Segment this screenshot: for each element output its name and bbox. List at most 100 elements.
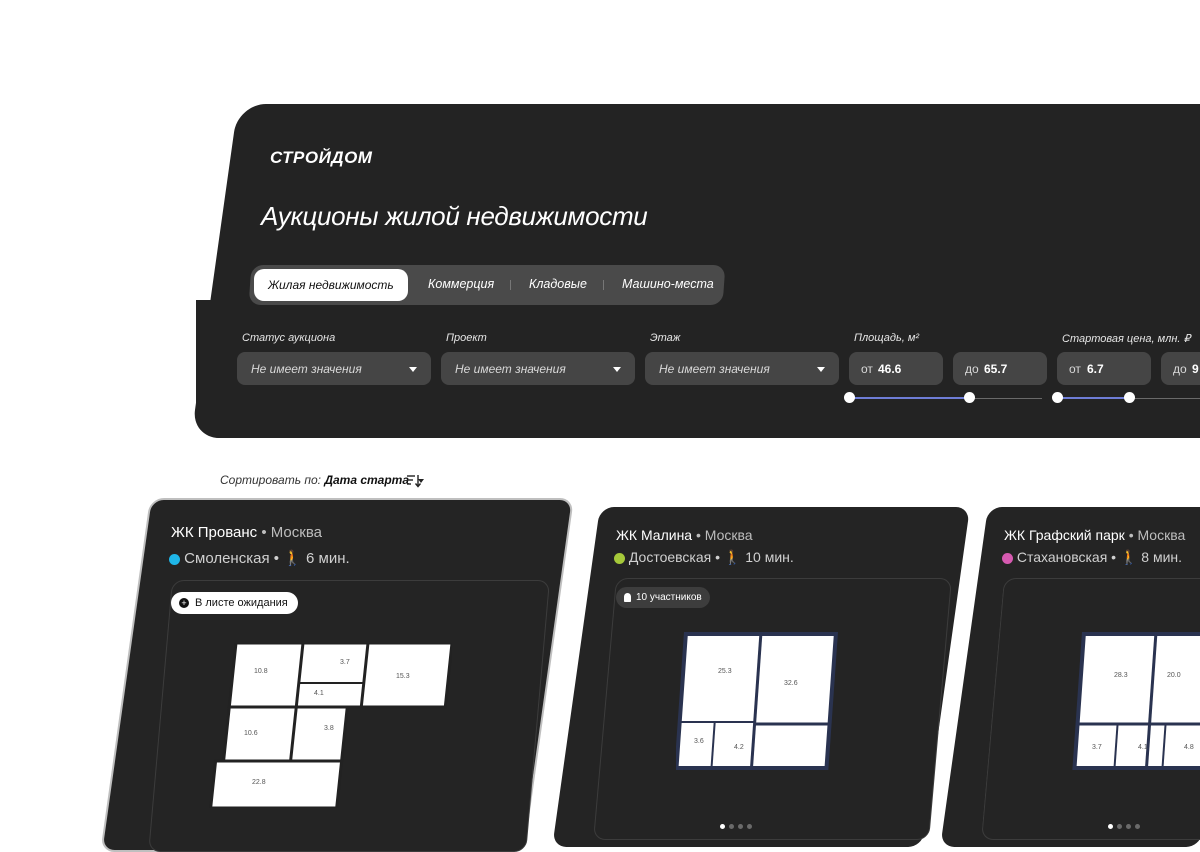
- floor-select[interactable]: Не имеет значения: [645, 352, 839, 385]
- participants-badge: 10 участников: [616, 587, 710, 608]
- price-to-prefix: до: [1173, 362, 1187, 376]
- chevron-down-icon: [817, 367, 825, 372]
- room-area: 3.8: [324, 725, 334, 732]
- tab-parking[interactable]: Машино-места: [622, 277, 714, 291]
- carousel-dot[interactable]: [738, 824, 743, 829]
- price-slider-min-handle[interactable]: [1052, 392, 1063, 403]
- room-area: 28.3: [1114, 672, 1128, 679]
- walking-icon: 🚶: [1119, 549, 1138, 565]
- project-name: ЖК Малина: [616, 527, 693, 543]
- room-area: 4.1: [314, 690, 324, 697]
- sort-prefix: Сортировать по:: [220, 473, 321, 487]
- price-from-input[interactable]: от 6.7: [1057, 352, 1151, 385]
- sort-control[interactable]: Сортировать по: Дата старта: [220, 473, 425, 487]
- sort-order-icon[interactable]: [406, 474, 422, 488]
- chevron-down-icon: [409, 367, 417, 372]
- tab-commercial[interactable]: Коммерция: [428, 277, 494, 291]
- floor-plan-image: 25.3 32.6 3.6 4.2: [674, 632, 838, 770]
- room-area: 15.3: [396, 673, 410, 680]
- metro-station: Стахановская: [1016, 549, 1108, 565]
- area-filter-label: Площадь, м²: [854, 332, 920, 344]
- chevron-down-icon: [613, 367, 621, 372]
- status-select[interactable]: Не имеет значения: [237, 352, 431, 385]
- price-slider-range: [1058, 397, 1130, 399]
- room-area: 4.2: [734, 744, 744, 751]
- metro-info: Смоленская • 🚶 6 мин.: [169, 549, 350, 567]
- carousel-dots[interactable]: [1108, 816, 1144, 834]
- area-from-input[interactable]: от 46.6: [849, 352, 943, 385]
- room-area: 10.6: [244, 730, 258, 737]
- project-city: • Москва: [261, 524, 322, 541]
- walking-icon: 🚶: [723, 549, 742, 565]
- room-area: 25.3: [718, 668, 732, 675]
- price-from-value: 6.7: [1087, 362, 1104, 376]
- project-name: ЖК Прованс: [171, 524, 258, 541]
- project-select-value: Не имеет значения: [455, 362, 566, 376]
- tab-residential[interactable]: Жилая недвижимость: [254, 269, 408, 301]
- area-slider-min-handle[interactable]: [844, 392, 855, 403]
- metro-station: Смоленская: [184, 550, 270, 567]
- carousel-dot[interactable]: [1126, 824, 1131, 829]
- floor-plan-image: 10.8 3.7 15.3 4.1 10.6 3.8 22.8: [208, 641, 454, 810]
- room-area: 3.6: [694, 738, 704, 745]
- status-select-value: Не имеет значения: [251, 362, 362, 376]
- metro-line-icon: [1002, 552, 1013, 564]
- waitlist-badge: + В листе ожидания: [171, 592, 298, 614]
- walking-icon: 🚶: [283, 550, 302, 567]
- metro-info: Достоевская • 🚶 10 мин.: [614, 549, 794, 566]
- area-slider-range: [850, 397, 970, 399]
- room-area: 10.8: [254, 668, 268, 675]
- room-area: 32.6: [784, 680, 798, 687]
- carousel-dot[interactable]: [1108, 824, 1113, 829]
- floor-filter-label: Этаж: [650, 332, 681, 344]
- separator-dot: •: [1111, 549, 1117, 565]
- user-icon: [624, 593, 631, 602]
- metro-info: Стахановская • 🚶 8 мин.: [1002, 549, 1182, 566]
- walk-time: 8 мин.: [1141, 549, 1183, 565]
- floor-plan-image: 28.3 20.0 3.7 4.1 4.8: [1072, 632, 1200, 770]
- area-to-input[interactable]: до 65.7: [953, 352, 1047, 385]
- area-slider-max-handle[interactable]: [964, 392, 975, 403]
- tab-divider: [510, 280, 511, 290]
- carousel-dot[interactable]: [1135, 824, 1140, 829]
- metro-station: Достоевская: [628, 549, 712, 565]
- brand-logo[interactable]: СТРОЙДОМ: [270, 148, 372, 168]
- room-area: 22.8: [252, 779, 266, 786]
- separator-dot: •: [715, 549, 721, 565]
- card-title: ЖК Графский парк • Москва: [1004, 527, 1185, 543]
- area-from-prefix: от: [861, 362, 873, 376]
- tab-divider: [603, 280, 604, 290]
- metro-line-icon: [614, 552, 625, 564]
- room-area: 3.7: [1092, 744, 1102, 751]
- badge-label: В листе ожидания: [195, 597, 288, 609]
- price-to-input[interactable]: до 9: [1161, 352, 1200, 385]
- carousel-dots[interactable]: [720, 816, 756, 834]
- separator-dot: •: [273, 550, 280, 567]
- area-from-value: 46.6: [878, 362, 902, 376]
- room-area: 4.8: [1184, 744, 1194, 751]
- card-title: ЖК Прованс • Москва: [171, 524, 322, 541]
- price-slider-max-handle[interactable]: [1124, 392, 1135, 403]
- tab-storage[interactable]: Кладовые: [529, 277, 587, 291]
- project-select[interactable]: Не имеет значения: [441, 352, 635, 385]
- room-area: 3.7: [340, 659, 350, 666]
- walk-time: 6 мин.: [306, 550, 350, 567]
- project-city: • Москва: [1128, 527, 1186, 543]
- walk-time: 10 мин.: [745, 549, 794, 565]
- metro-line-icon: [169, 553, 180, 565]
- project-name: ЖК Графский парк: [1004, 527, 1125, 543]
- carousel-dot[interactable]: [720, 824, 725, 829]
- logo-text: СТРОЙДОМ: [270, 148, 373, 167]
- carousel-dot[interactable]: [729, 824, 734, 829]
- room-area: 4.1: [1138, 744, 1148, 751]
- plus-icon: +: [179, 598, 189, 608]
- room-area: 20.0: [1167, 672, 1181, 679]
- carousel-dot[interactable]: [1117, 824, 1122, 829]
- area-to-value: 65.7: [984, 362, 1008, 376]
- price-to-value: 9: [1192, 362, 1199, 376]
- card-title: ЖК Малина • Москва: [616, 527, 753, 543]
- status-filter-label: Статус аукциона: [242, 332, 336, 344]
- carousel-dot[interactable]: [747, 824, 752, 829]
- project-filter-label: Проект: [446, 332, 487, 344]
- tab-residential-label: Жилая недвижимость: [268, 278, 394, 292]
